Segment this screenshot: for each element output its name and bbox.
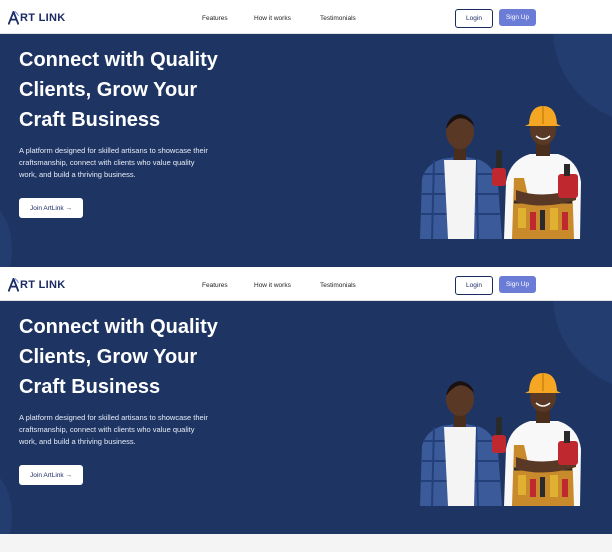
decorative-circle — [0, 204, 12, 267]
hero-title-line: Craft Business — [19, 109, 161, 131]
hero-title-line: Connect with Quality — [19, 49, 218, 71]
hero-description-line: work, and build a thriving business. — [19, 170, 136, 179]
page-footer-strip — [0, 537, 612, 552]
join-artlink-button[interactable]: Join ArtLink → — [19, 465, 83, 485]
nav-link-how-it-works[interactable]: How it works — [254, 15, 291, 23]
hero-description-line: craftsmanship, connect with clients who … — [19, 425, 195, 434]
nav-link-features[interactable]: Features — [202, 15, 228, 23]
join-artlink-button[interactable]: Join ArtLink → — [19, 198, 83, 218]
hero-description-line: A platform designed for skilled artisans… — [19, 413, 208, 422]
hero-description-line: work, and build a thriving business. — [19, 437, 136, 446]
hero-section: Connect with Quality Clients, Grow Your … — [0, 301, 612, 534]
artisans-photo — [420, 106, 581, 239]
logo-a-icon — [8, 278, 19, 292]
login-button[interactable]: Login — [455, 276, 493, 295]
hero-description-line: craftsmanship, connect with clients who … — [19, 158, 195, 167]
hero-description: A platform designed for skilled artisans… — [19, 145, 234, 181]
artisans-photo — [420, 373, 581, 506]
nav-link-how-it-works[interactable]: How it works — [254, 282, 291, 290]
landing-page-copy-1: RT LINK Features How it works Testimonia… — [0, 0, 612, 267]
top-navbar: RT LINK Features How it works Testimonia… — [0, 0, 612, 34]
landing-page-copy-2: RT LINK Features How it works Testimonia… — [0, 267, 612, 534]
hero-section: Connect with Quality Clients, Grow Your … — [0, 34, 612, 267]
brand-logo[interactable]: RT LINK — [8, 278, 65, 292]
nav-link-testimonials[interactable]: Testimonials — [320, 15, 356, 23]
hero-title: Connect with Quality Clients, Grow Your … — [19, 312, 279, 402]
brand-logo[interactable]: RT LINK — [8, 11, 65, 25]
login-button[interactable]: Login — [455, 9, 493, 28]
signup-button[interactable]: Sign Up — [499, 9, 536, 26]
top-navbar: RT LINK Features How it works Testimonia… — [0, 267, 612, 301]
hero-title-line: Craft Business — [19, 376, 161, 398]
brand-name: RT LINK — [20, 12, 66, 24]
hero-description-line: A platform designed for skilled artisans… — [19, 146, 208, 155]
hero-title-line: Clients, Grow Your — [19, 346, 198, 368]
nav-link-testimonials[interactable]: Testimonials — [320, 282, 356, 290]
logo-a-icon — [8, 11, 19, 25]
hero-title-line: Clients, Grow Your — [19, 79, 198, 101]
brand-name: RT LINK — [20, 279, 66, 291]
hero-description: A platform designed for skilled artisans… — [19, 412, 234, 448]
nav-link-features[interactable]: Features — [202, 282, 228, 290]
hero-title-line: Connect with Quality — [19, 316, 218, 338]
hero-title: Connect with Quality Clients, Grow Your … — [19, 45, 279, 135]
decorative-circle — [0, 471, 12, 534]
signup-button[interactable]: Sign Up — [499, 276, 536, 293]
